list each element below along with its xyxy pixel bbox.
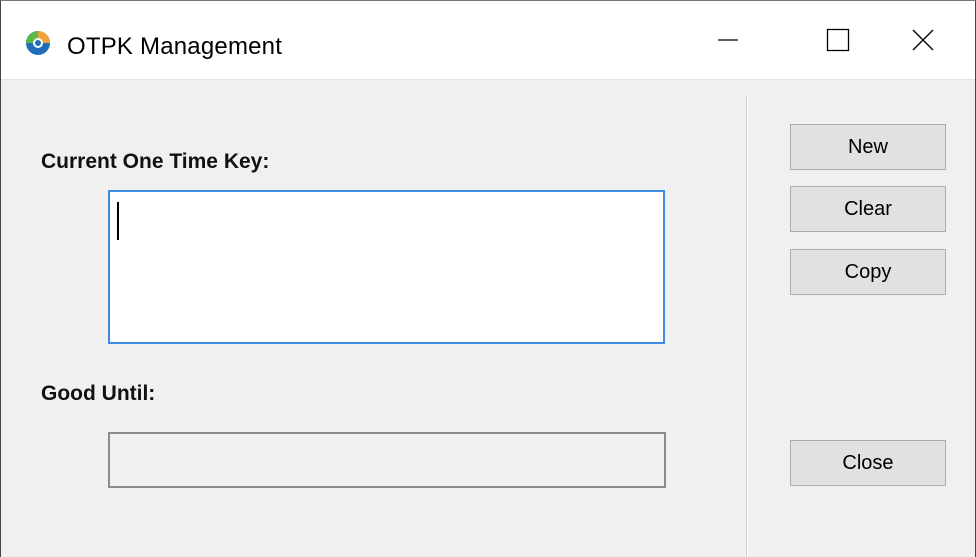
copy-button[interactable]: Copy bbox=[790, 249, 946, 295]
minimize-icon bbox=[718, 39, 738, 41]
close-button[interactable]: Close bbox=[790, 440, 946, 486]
clear-button[interactable]: Clear bbox=[790, 186, 946, 232]
window-title: OTPK Management bbox=[67, 33, 283, 60]
close-window-button[interactable] bbox=[869, 1, 975, 79]
current-key-label: Current One Time Key: bbox=[41, 150, 270, 173]
otpk-management-window: OTPK Management Current One Time Key: Go bbox=[0, 0, 976, 557]
current-key-textarea[interactable] bbox=[108, 190, 665, 344]
good-until-label: Good Until: bbox=[41, 382, 156, 405]
new-button[interactable]: New bbox=[790, 124, 946, 170]
close-icon bbox=[912, 29, 934, 51]
app-icon bbox=[25, 30, 51, 56]
minimize-button[interactable] bbox=[673, 1, 783, 79]
title-bar[interactable]: OTPK Management bbox=[1, 1, 975, 79]
good-until-field bbox=[108, 432, 666, 488]
client-area: Current One Time Key: Good Until: New Cl… bbox=[1, 79, 975, 557]
text-caret bbox=[117, 202, 119, 240]
maximize-icon bbox=[826, 28, 850, 52]
panel-divider-highlight bbox=[747, 96, 748, 557]
